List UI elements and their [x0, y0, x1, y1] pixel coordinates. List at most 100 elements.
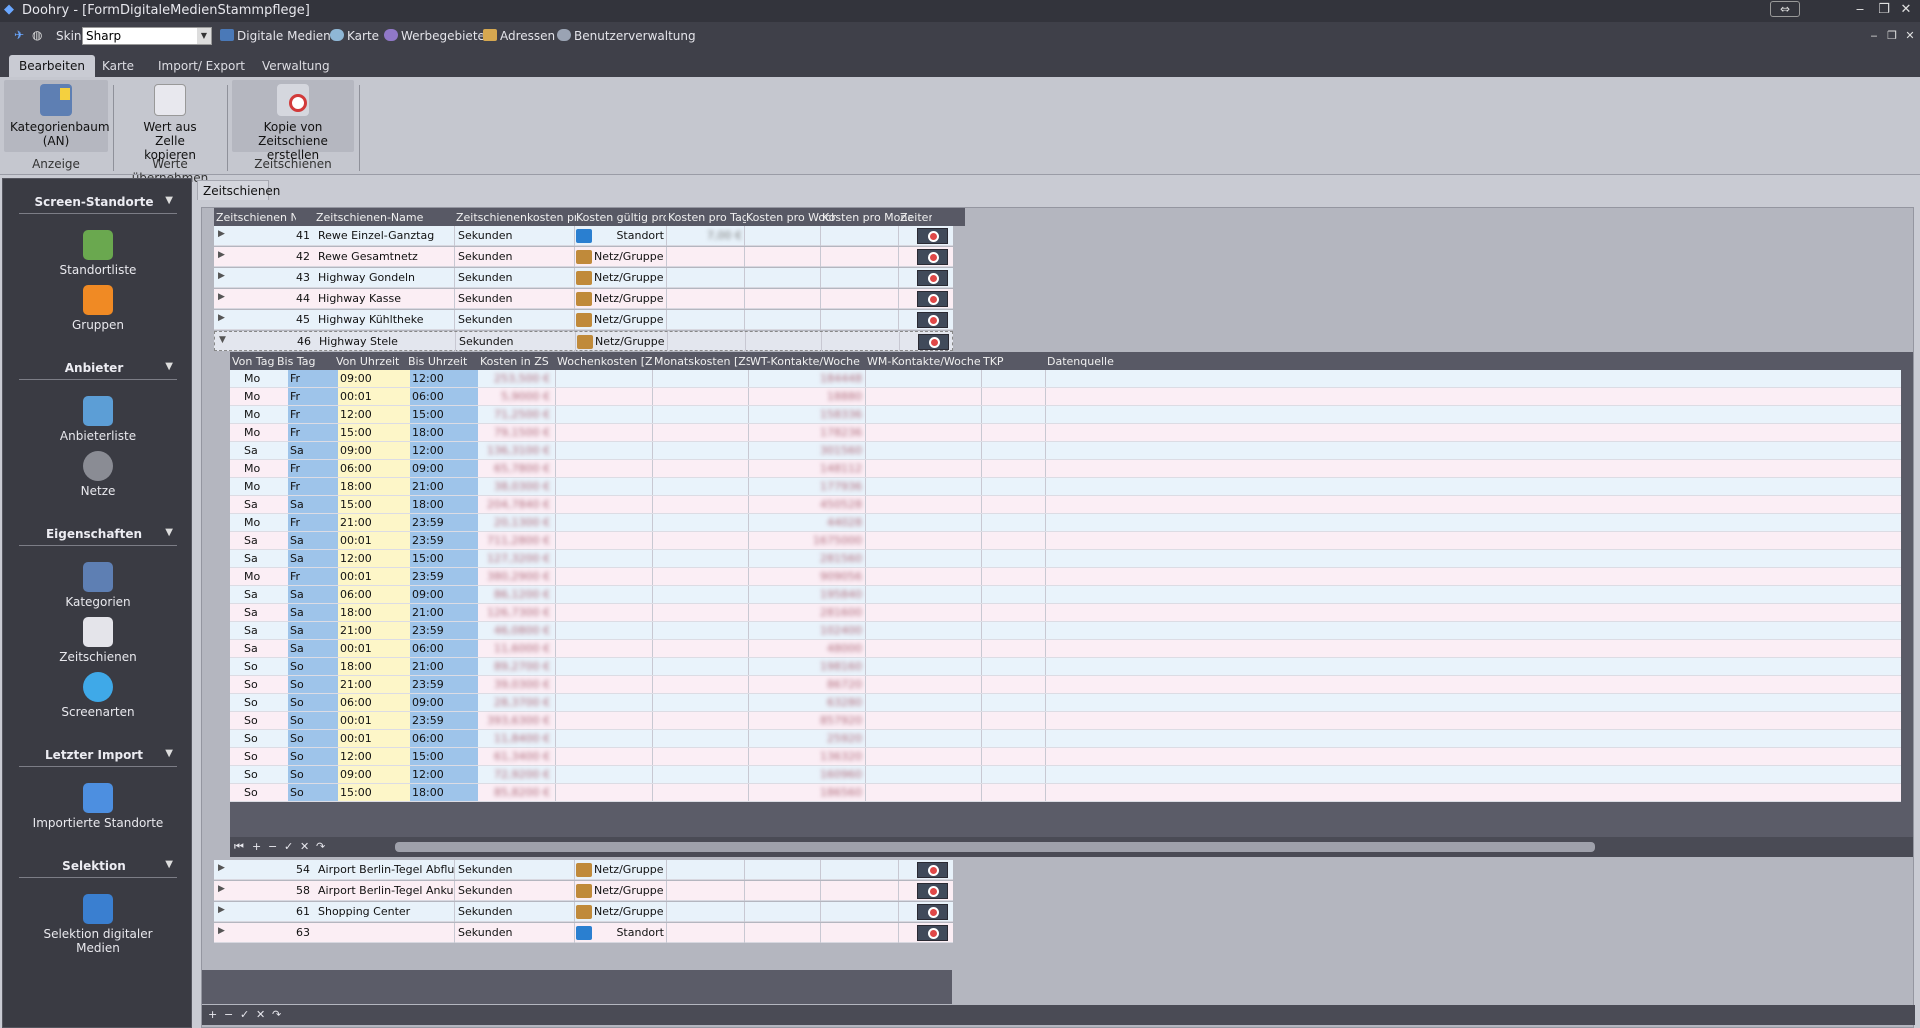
column-header[interactable]: Von Uhrzeit [336, 355, 408, 368]
check-icon[interactable]: ✓ [284, 840, 293, 853]
refresh-icon[interactable]: ↷ [272, 1008, 281, 1021]
horizontal-scrollbar[interactable] [395, 842, 1595, 852]
detail-row[interactable]: So So 00:01 23:59 393,6300 € 857920 [230, 712, 1901, 730]
menu-benutzerverwaltung[interactable]: Benutzerverwaltung [557, 29, 696, 43]
sidebar-item-standortliste[interactable]: Standortliste [23, 230, 173, 277]
tab-import-export[interactable]: Import/ Export [148, 55, 255, 77]
sidebar-item-importierte-standorte[interactable]: Importierte Standorte [23, 783, 173, 830]
sidebar-section-selektion[interactable]: Selektion ▼ [19, 856, 177, 878]
sidebar-item-kategorien[interactable]: Kategorien [23, 562, 173, 609]
check-icon[interactable]: ✓ [240, 1008, 249, 1021]
detail-row[interactable]: Mo Fr 06:00 09:00 65,7800 € 148112 [230, 460, 1901, 478]
detail-row[interactable]: Mo Fr 09:00 12:00 253,500 € 184448 [230, 370, 1901, 388]
column-header[interactable]: Kosten pro Tag [668, 211, 746, 224]
detail-row[interactable]: So So 15:00 18:00 85,8200 € 186560 [230, 784, 1901, 802]
back-icon[interactable]: ✈ [14, 28, 24, 42]
skin-select[interactable]: Sharp ▼ [82, 27, 212, 45]
sidebar-section-letzter-import[interactable]: Letzter Import ▼ [19, 745, 177, 767]
column-header[interactable]: Monatskosten [ZS] [654, 355, 750, 368]
detail-row[interactable]: Mo Fr 00:01 06:00 5,9000 € 18880 [230, 388, 1901, 406]
column-header[interactable]: Zeitschienenkosten pro [456, 211, 576, 224]
table-row[interactable]: ▶ 42 Rewe Gesamtnetz Sekunden Netz/Gruppe [214, 247, 953, 267]
detail-row[interactable]: Sa Sa 12:00 15:00 127,3200 € 281560 [230, 550, 1901, 568]
detail-row[interactable]: Sa Sa 18:00 21:00 126,7300 € 281600 [230, 604, 1901, 622]
remove-record-icon[interactable]: − [268, 840, 277, 853]
menu-werbegebiete[interactable]: Werbegebiete [384, 29, 485, 43]
detail-row[interactable]: Sa Sa 09:00 12:00 136,3100 € 301560 [230, 442, 1901, 460]
expand-icon[interactable]: ▶ [218, 926, 225, 936]
sidebar-section-anbieter[interactable]: Anbieter ▼ [19, 358, 177, 380]
expand-icon[interactable]: ▶ [218, 271, 225, 281]
detail-row[interactable]: Sa Sa 21:00 23:59 46,0800 € 102400 [230, 622, 1901, 640]
column-header[interactable]: Bis Tag [277, 355, 327, 368]
table-row[interactable]: ▶ 54 Airport Berlin-Tegel Abflug Sekunden Ne… [214, 860, 953, 880]
expand-icon[interactable]: ▶ [218, 292, 225, 302]
collapse-icon[interactable]: ▼ [165, 361, 173, 372]
mdi-maximize-icon[interactable]: ❐ [1884, 28, 1900, 44]
sidebar-item-zeitschienen[interactable]: Zeitschienen [23, 617, 173, 664]
menu-karte[interactable]: Karte [330, 29, 379, 43]
minimize-icon[interactable]: ‒ [1852, 2, 1868, 18]
add-record-icon[interactable]: + [208, 1008, 217, 1021]
detail-row[interactable]: So So 18:00 21:00 89,2700 € 198160 [230, 658, 1901, 676]
sidebar-item-anbieterliste[interactable]: Anbieterliste [23, 396, 173, 443]
column-header[interactable]: TKP [983, 355, 1045, 368]
tab-zeitschienen-document[interactable]: Zeitschienen [197, 180, 280, 200]
detail-row[interactable]: Sa Sa 06:00 09:00 86,1200 € 195840 [230, 586, 1901, 604]
zeitschiene-kopie-button[interactable]: Kopie von Zeitschiene erstellen [232, 80, 354, 162]
detail-row[interactable]: So So 06:00 09:00 28,3700 € 63280 [230, 694, 1901, 712]
zeiten-button[interactable] [917, 249, 948, 265]
zeiten-button[interactable] [917, 291, 948, 307]
tab-bearbeiten[interactable]: Bearbeiten [9, 55, 95, 77]
zeiten-button[interactable] [917, 312, 948, 328]
expand-icon[interactable]: ▶ [218, 884, 225, 894]
collapse-icon[interactable]: ▼ [165, 748, 173, 759]
column-header[interactable]: Kosten pro Monat [822, 211, 912, 224]
chevron-down-icon[interactable]: ▼ [197, 28, 211, 44]
zeiten-button[interactable] [918, 334, 949, 350]
refresh-icon[interactable]: ↷ [316, 840, 325, 853]
expand-icon[interactable]: ▶ [218, 905, 225, 915]
zeiten-button[interactable] [917, 862, 948, 878]
column-header[interactable]: Wochenkosten [ZS] [557, 355, 653, 368]
sidebar-item-gruppen[interactable]: Gruppen [23, 285, 173, 332]
zeiten-button[interactable] [917, 904, 948, 920]
remove-record-icon[interactable]: − [224, 1008, 233, 1021]
mdi-close-icon[interactable]: ✕ [1902, 28, 1918, 44]
expand-icon[interactable]: ▶ [218, 229, 225, 239]
table-row[interactable]: ▶ 45 Highway Kühltheke Sekunden Netz/Gruppe [214, 310, 953, 330]
menu-digitale-medien[interactable]: Digitale Medien [220, 29, 331, 43]
column-header[interactable]: Kosten gültig pro [576, 211, 666, 224]
expand-icon[interactable]: ▶ [218, 863, 225, 873]
maximize-icon[interactable]: ❐ [1876, 2, 1892, 18]
detail-row[interactable]: Mo Fr 18:00 21:00 38,0300 € 177936 [230, 478, 1901, 496]
restore-size-button[interactable]: ⇔ [1770, 1, 1800, 17]
zeiten-button[interactable] [917, 925, 948, 941]
close-icon[interactable]: ✕ [1898, 2, 1914, 18]
collapse-icon[interactable]: ▼ [219, 335, 226, 345]
wert-kopieren-button[interactable]: Wert aus Zelle kopieren [122, 80, 218, 162]
cancel-icon[interactable]: ✕ [256, 1008, 265, 1021]
detail-row[interactable]: Sa Sa 00:01 06:00 11,6000 € 48000 [230, 640, 1901, 658]
column-header[interactable]: Zeiten [900, 211, 932, 224]
detail-row[interactable]: Mo Fr 15:00 18:00 79,1500 € 178236 [230, 424, 1901, 442]
collapse-icon[interactable]: ▼ [165, 527, 173, 538]
sidebar-item-selektion-digitaler-medien[interactable]: Selektion digitaler Medien [23, 894, 173, 955]
detail-row[interactable]: Mo Fr 21:00 23:59 20,1300 € 44028 [230, 514, 1901, 532]
zeiten-button[interactable] [917, 228, 948, 244]
zeiten-button[interactable] [917, 883, 948, 899]
column-header[interactable]: WM-Kontakte/Woche [867, 355, 983, 368]
detail-row[interactable]: Sa Sa 15:00 18:00 204,7840 € 450528 [230, 496, 1901, 514]
kategorienbaum-button[interactable]: Kategorienbaum (AN) [4, 80, 110, 152]
table-row[interactable]: ▶ 63 Sekunden Standort [214, 923, 953, 943]
detail-row[interactable]: So So 09:00 12:00 72,9200 € 160960 [230, 766, 1901, 784]
expand-icon[interactable]: ▶ [218, 313, 225, 323]
zeiten-button[interactable] [917, 270, 948, 286]
column-header[interactable]: Bis Uhrzeit [408, 355, 476, 368]
detail-row[interactable]: Mo Fr 00:01 23:59 380,2900 € 909056 [230, 568, 1901, 586]
sidebar-item-screenarten[interactable]: Screenarten [23, 672, 173, 719]
column-header[interactable]: Zeitschienen Nr. [216, 211, 296, 224]
table-row[interactable]: ▼ 46 Highway Stele Sekunden Netz/Gruppe [214, 331, 953, 352]
tab-verwaltung[interactable]: Verwaltung [252, 55, 340, 77]
table-row[interactable]: ▶ 41 Rewe Einzel-Ganztag Sekunden Standort 7,… [214, 226, 953, 246]
